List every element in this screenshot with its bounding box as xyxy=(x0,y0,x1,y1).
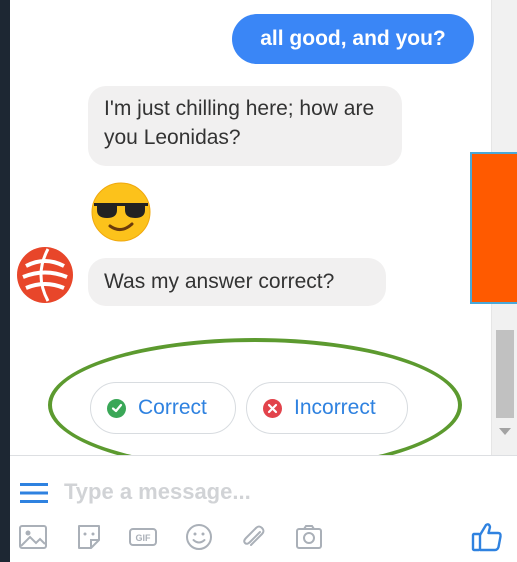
outgoing-message: all good, and you? xyxy=(232,14,474,64)
correct-label: Correct xyxy=(138,396,207,419)
emoji-icon[interactable] xyxy=(184,522,214,552)
attach-icon[interactable] xyxy=(238,522,268,552)
incoming-message: Was my answer correct? xyxy=(88,258,386,306)
message-input[interactable] xyxy=(64,474,464,510)
gif-icon[interactable]: GIF xyxy=(128,522,158,552)
x-circle-icon xyxy=(263,398,282,418)
incoming-message: I'm just chilling here; how are you Leon… xyxy=(88,86,402,166)
scrollbar-thumb[interactable] xyxy=(496,330,514,418)
incorrect-button[interactable]: Incorrect xyxy=(246,382,408,434)
message-list: all good, and you? I'm just chilling her… xyxy=(10,0,491,472)
sunglasses-face-icon xyxy=(91,182,151,242)
camera-icon[interactable] xyxy=(294,522,324,552)
chat-window: all good, and you? I'm just chilling her… xyxy=(10,0,517,562)
check-circle-icon xyxy=(107,398,126,418)
correct-button[interactable]: Correct xyxy=(90,382,236,434)
like-icon[interactable] xyxy=(470,520,504,554)
message-composer: GIF xyxy=(10,455,517,562)
side-panel xyxy=(470,152,517,304)
menu-icon[interactable] xyxy=(20,483,48,503)
euroleague-logo-icon xyxy=(17,247,73,303)
photo-icon[interactable] xyxy=(18,522,48,552)
incorrect-label: Incorrect xyxy=(294,396,376,419)
svg-text:GIF: GIF xyxy=(136,533,152,543)
sticker-icon[interactable] xyxy=(74,522,104,552)
scroll-down-arrow-icon[interactable] xyxy=(499,428,511,435)
